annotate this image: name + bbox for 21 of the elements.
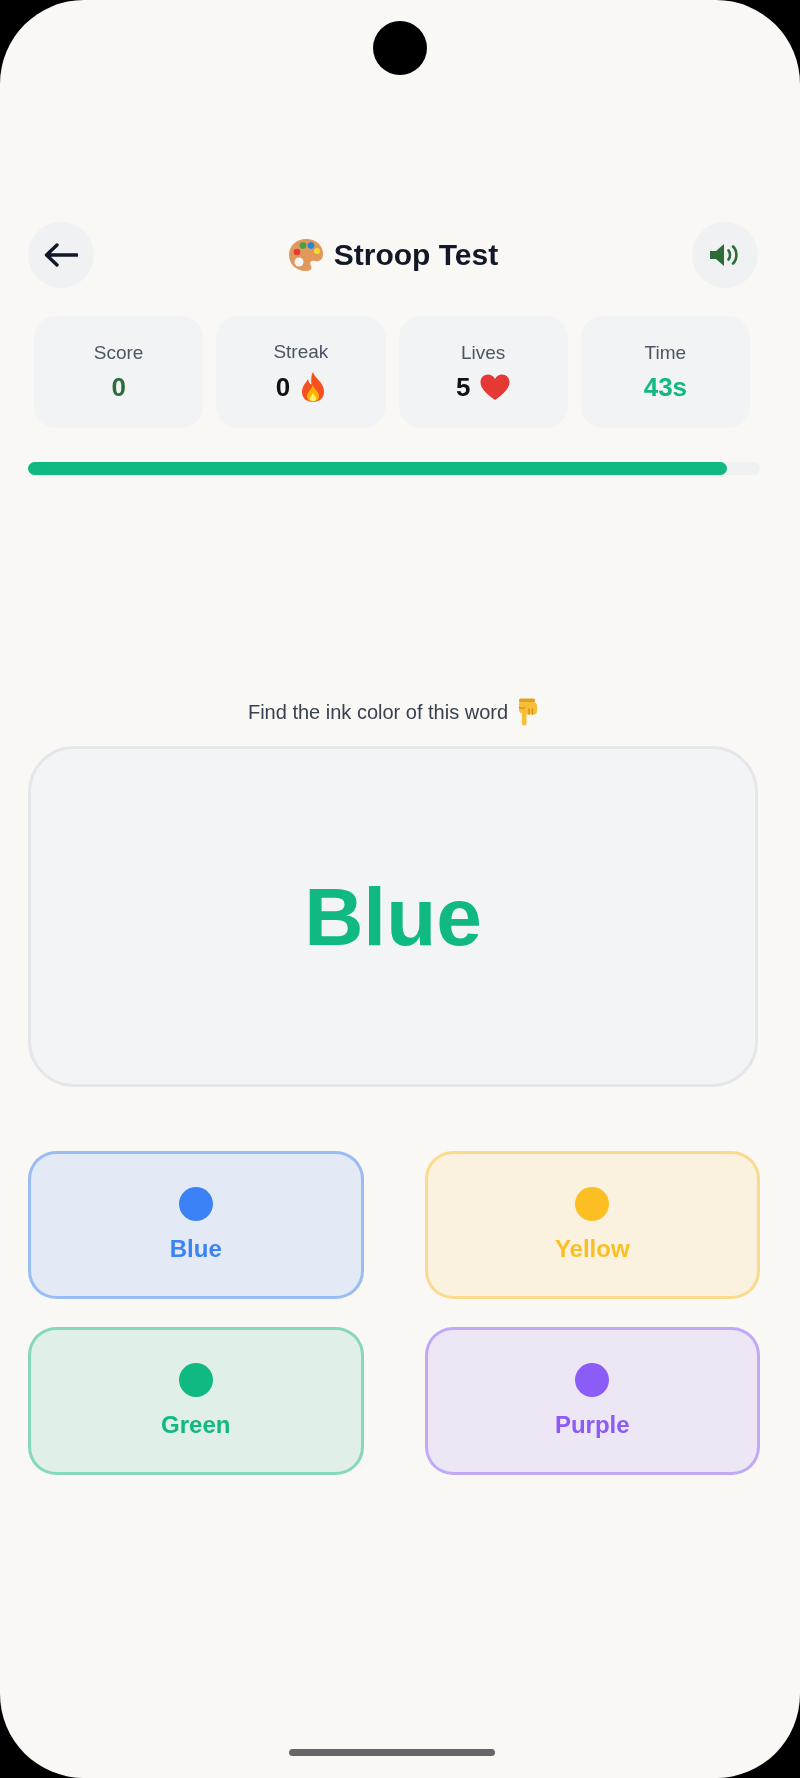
speaker-icon	[709, 242, 741, 268]
heart-icon	[480, 373, 511, 401]
screen-title: Stroop Test	[333, 238, 499, 272]
stat-label: Streak	[273, 341, 329, 363]
palette-icon	[287, 238, 324, 272]
stat-label: Time	[644, 341, 687, 364]
prompt-text: Find the ink color of this word	[247, 700, 509, 725]
color-option-button[interactable]: Blue	[28, 1151, 364, 1299]
stat-label: Lives	[460, 341, 506, 364]
color-option-button[interactable]: Purple	[424, 1327, 760, 1475]
pointing-down-hand-icon	[516, 698, 539, 726]
color-option-button[interactable]: Green	[28, 1327, 364, 1475]
stimulus-word: Blue	[304, 869, 482, 964]
arrow-left-icon	[44, 243, 78, 267]
fire-icon	[300, 371, 327, 403]
stat-label: Score	[93, 341, 144, 364]
stat-value: 43s	[643, 371, 688, 403]
camera-cutout	[373, 21, 427, 75]
stat-value: 5	[455, 371, 471, 403]
stat-value: 0	[111, 371, 126, 403]
stat-value: 0	[275, 371, 291, 403]
